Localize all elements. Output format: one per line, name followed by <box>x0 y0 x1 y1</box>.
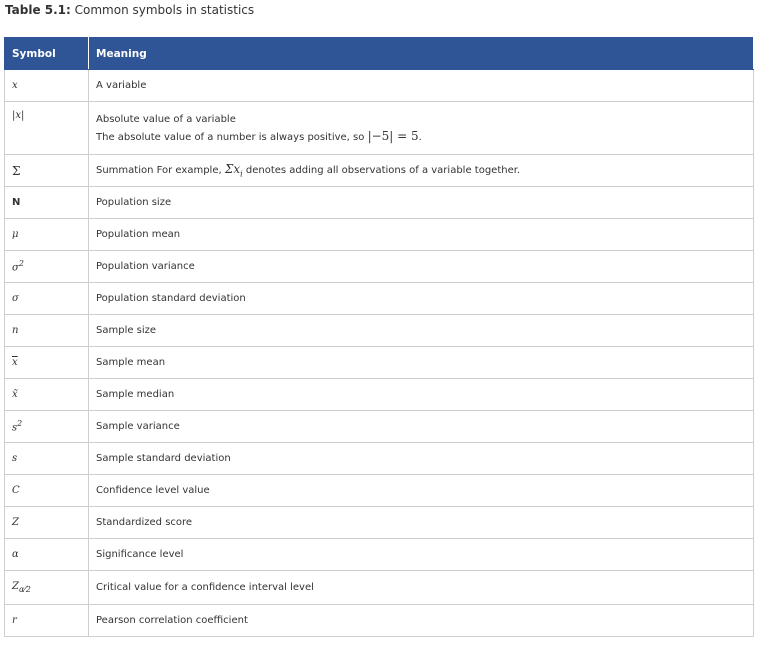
meaning-cell: Absolute value of a variable The absolut… <box>88 101 754 155</box>
table-row: N Population size <box>4 186 754 219</box>
meaning-line-2: The absolute value of a number is always… <box>96 128 753 146</box>
meaning-cell: Significance level <box>88 538 754 571</box>
symbol-cell: α <box>4 538 89 571</box>
symbol-cell: r <box>4 604 89 637</box>
table-row: μ Population mean <box>4 218 754 251</box>
symbols-table: Symbol Meaning x A variable |x| Absolute… <box>4 37 754 637</box>
table-row: α Significance level <box>4 538 754 571</box>
meaning-cell: Population mean <box>88 218 754 251</box>
table-row: r Pearson correlation coefficient <box>4 604 754 637</box>
header-symbol: Symbol <box>4 37 89 70</box>
meaning-cell: Population standard deviation <box>88 282 754 315</box>
meaning-cell: Standardized score <box>88 506 754 539</box>
symbol-cell: s2 <box>4 410 89 443</box>
symbol-cell: μ <box>4 218 89 251</box>
meaning-text: The absolute value of a number is always… <box>96 131 365 143</box>
meaning-cell: Sample size <box>88 314 754 347</box>
symbol-cell: σ <box>4 282 89 315</box>
table-row: n Sample size <box>4 314 754 347</box>
symbol-cell: x <box>4 69 89 102</box>
meaning-cell: Population variance <box>88 250 754 283</box>
table-row: x A variable <box>4 69 754 102</box>
meaning-cell: Critical value for a confidence interval… <box>88 570 754 605</box>
symbol-cell: C <box>4 474 89 507</box>
sum-expression: Σxi <box>224 162 243 179</box>
table-row: |x| Absolute value of a variable The abs… <box>4 101 754 155</box>
symbol-cell: x̃ <box>4 378 89 411</box>
table-row: x̃ Sample median <box>4 378 754 411</box>
table-row: C Confidence level value <box>4 474 754 507</box>
table-row: s2 Sample variance <box>4 410 754 443</box>
symbol-cell: |x| <box>4 101 89 155</box>
meaning-cell: Population size <box>88 186 754 219</box>
table-row: σ2 Population variance <box>4 250 754 283</box>
symbol-cell: s <box>4 442 89 475</box>
table-row: Z Standardized score <box>4 506 754 539</box>
symbol-cell: Zα⁄2 <box>4 570 89 605</box>
meaning-cell: Sample mean <box>88 346 754 379</box>
table-row: σ Population standard deviation <box>4 282 754 315</box>
table-row: s Sample standard deviation <box>4 442 754 475</box>
meaning-cell: Confidence level value <box>88 474 754 507</box>
symbol-cell: σ2 <box>4 250 89 283</box>
meaning-tail: denotes adding all observations of a var… <box>245 165 521 177</box>
symbol-cell: Σ <box>4 154 89 187</box>
meaning-text: Summation For example, <box>96 165 222 177</box>
table-row: Zα⁄2 Critical value for a confidence int… <box>4 570 754 605</box>
table-number: Table 5.1: <box>5 3 71 17</box>
symbol-cell: x <box>4 346 89 379</box>
meaning-cell: Summation For example, Σxi denotes addin… <box>88 154 754 187</box>
meaning-cell: Sample standard deviation <box>88 442 754 475</box>
table-caption: Table 5.1: Common symbols in statistics <box>5 2 254 18</box>
header-row: Symbol Meaning <box>4 37 754 70</box>
meaning-line: Absolute value of a variable <box>96 113 236 125</box>
symbol-cell: Z <box>4 506 89 539</box>
abs-example: |−5| = 5 <box>367 128 419 143</box>
table-title: Common symbols in statistics <box>74 3 255 17</box>
meaning-cell: A variable <box>88 69 754 102</box>
meaning-cell: Sample variance <box>88 410 754 443</box>
symbol-cell: n <box>4 314 89 347</box>
table-row: x Sample mean <box>4 346 754 379</box>
table-row: Σ Summation For example, Σxi denotes add… <box>4 154 754 187</box>
symbol-cell: N <box>4 186 89 219</box>
example-tail: . <box>418 131 422 143</box>
meaning-cell: Sample median <box>88 378 754 411</box>
header-meaning: Meaning <box>88 37 754 70</box>
meaning-cell: Pearson correlation coefficient <box>88 604 754 637</box>
